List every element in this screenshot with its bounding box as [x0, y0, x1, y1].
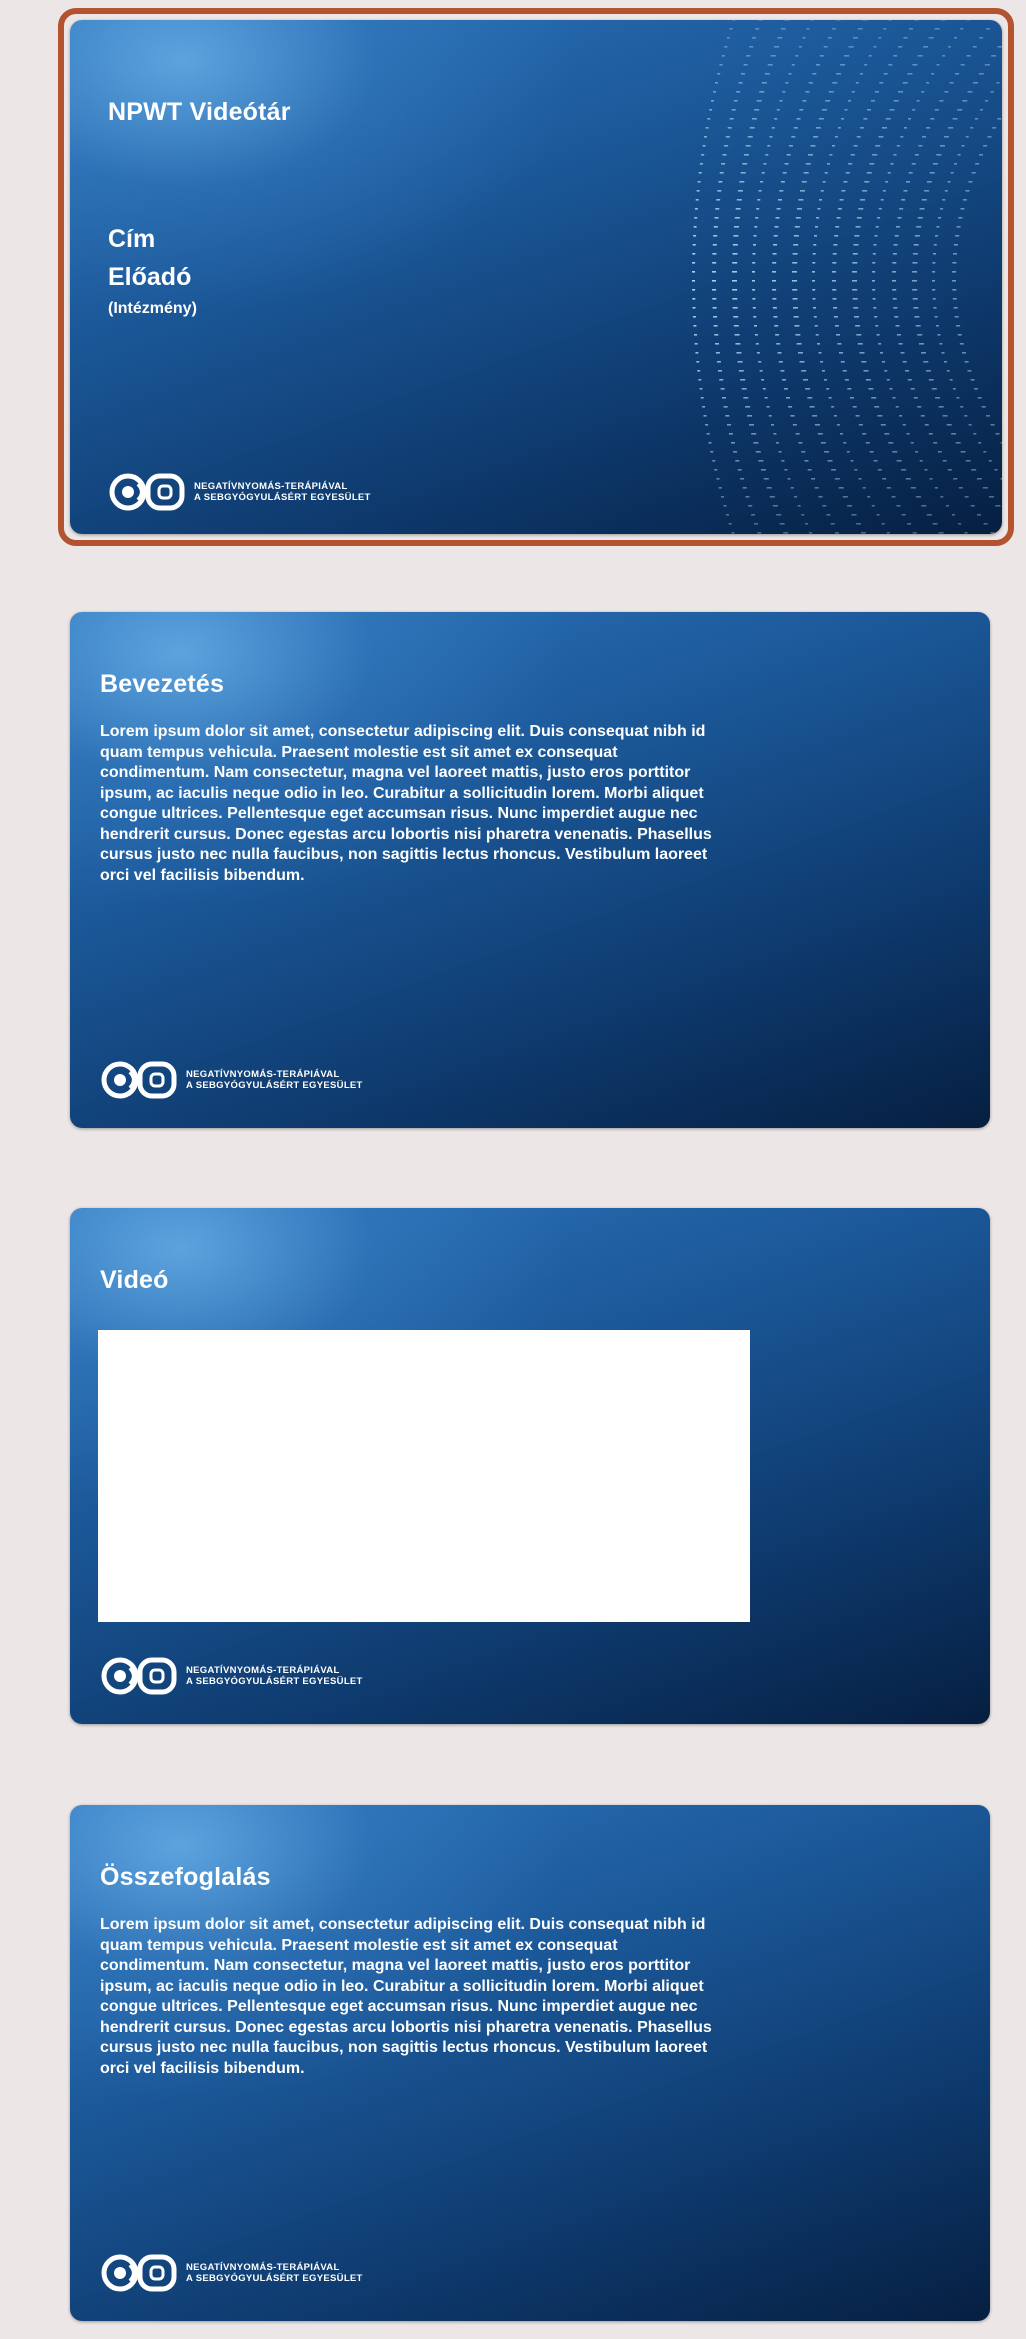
slide-4-body: Lorem ipsum dolor sit amet, consectetur … — [100, 1916, 712, 2077]
slide-1-title: NPWT Videótár — [108, 98, 291, 126]
title-placeholders: Cím Előadó (Intézmény) — [108, 220, 197, 322]
cim-placeholder: Cím — [108, 225, 156, 253]
slide-4-canvas: Összefoglalás Lorem ipsum dolor sit amet… — [70, 1805, 990, 2321]
slide-thumbnail-3[interactable]: Videó NEGATÍVNYOMÁS-TERÁPIÁVAL A SEBGYÓG… — [70, 1208, 990, 1724]
slide-3-canvas: Videó NEGATÍVNYOMÁS-TERÁPIÁVAL A SEBGYÓG… — [70, 1208, 990, 1724]
npwt-logo-icon — [101, 1061, 177, 1099]
logo-text: NEGATÍVNYOMÁS-TERÁPIÁVAL A SEBGYÓGYULÁSÉ… — [186, 1069, 363, 1091]
association-logo: NEGATÍVNYOMÁS-TERÁPIÁVAL A SEBGYÓGYULÁSÉ… — [108, 472, 371, 512]
video-placeholder — [98, 1330, 750, 1622]
logo-text: NEGATÍVNYOMÁS-TERÁPIÁVAL A SEBGYÓGYULÁSÉ… — [194, 481, 371, 503]
association-logo: NEGATÍVNYOMÁS-TERÁPIÁVAL A SEBGYÓGYULÁSÉ… — [100, 1060, 363, 1100]
intezmeny-placeholder: (Intézmény) — [108, 300, 197, 317]
npwt-logo-icon — [109, 473, 185, 511]
association-logo: NEGATÍVNYOMÁS-TERÁPIÁVAL A SEBGYÓGYULÁSÉ… — [100, 1656, 363, 1696]
slide-thumbnail-1[interactable]: NPWT Videótár Cím Előadó (Intézmény) NEG… — [58, 8, 1014, 546]
eloado-placeholder: Előadó — [108, 263, 192, 291]
slide-thumbnail-4[interactable]: Összefoglalás Lorem ipsum dolor sit amet… — [70, 1805, 990, 2321]
slide-2-canvas: Bevezetés Lorem ipsum dolor sit amet, co… — [70, 612, 990, 1128]
slide-thumbnail-list: NPWT Videótár Cím Előadó (Intézmény) NEG… — [0, 0, 1026, 2339]
npwt-logo-icon — [101, 2254, 177, 2292]
slide-3-title: Videó — [100, 1266, 169, 1294]
dot-wave-decoration — [692, 20, 1002, 534]
slide-2-title: Bevezetés — [100, 670, 225, 698]
association-logo: NEGATÍVNYOMÁS-TERÁPIÁVAL A SEBGYÓGYULÁSÉ… — [100, 2253, 363, 2293]
slide-1-canvas: NPWT Videótár Cím Előadó (Intézmény) NEG… — [70, 20, 1002, 534]
logo-text: NEGATÍVNYOMÁS-TERÁPIÁVAL A SEBGYÓGYULÁSÉ… — [186, 1665, 363, 1687]
slide-2-body: Lorem ipsum dolor sit amet, consectetur … — [100, 723, 712, 884]
slide-4-title: Összefoglalás — [100, 1863, 271, 1891]
logo-text: NEGATÍVNYOMÁS-TERÁPIÁVAL A SEBGYÓGYULÁSÉ… — [186, 2262, 363, 2284]
npwt-logo-icon — [101, 1657, 177, 1695]
slide-thumbnail-2[interactable]: Bevezetés Lorem ipsum dolor sit amet, co… — [70, 612, 990, 1128]
